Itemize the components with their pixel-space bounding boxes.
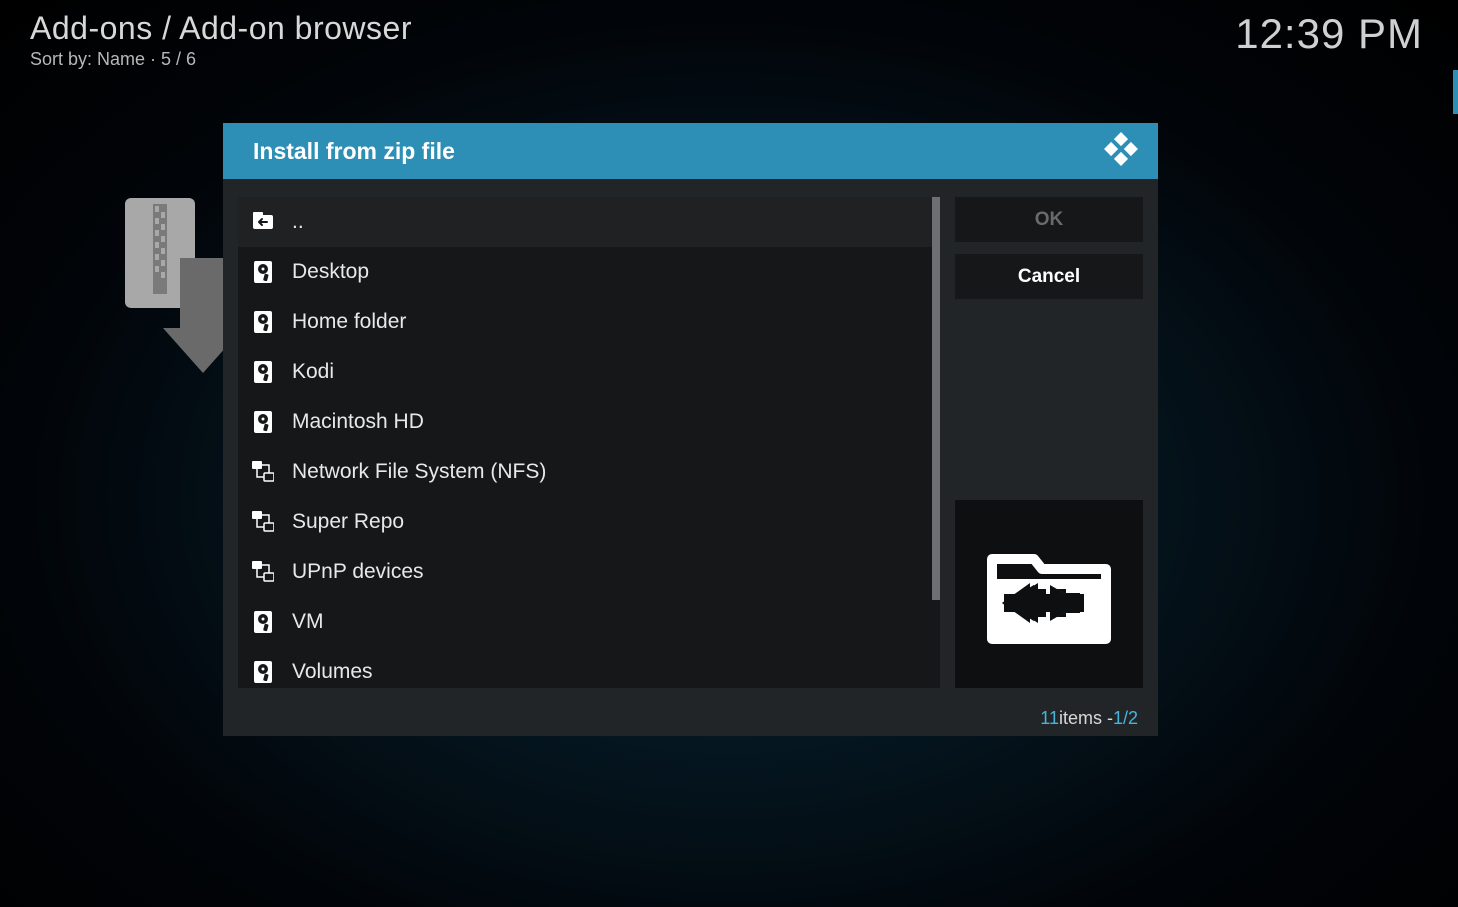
file-item[interactable]: UPnP devices: [238, 547, 940, 597]
dialog-title: Install from zip file: [253, 138, 455, 165]
file-item-label: VM: [292, 610, 324, 634]
file-item-label: UPnP devices: [292, 560, 424, 584]
kodi-logo-icon: [1104, 132, 1138, 171]
drive-icon: [252, 261, 274, 283]
file-item[interactable]: Macintosh HD: [238, 397, 940, 447]
folder-back-icon: [252, 211, 274, 233]
file-item[interactable]: Kodi: [238, 347, 940, 397]
drive-icon: [252, 361, 274, 383]
file-item-label: Home folder: [292, 310, 406, 334]
breadcrumb-header: Add-ons / Add-on browser Sort by: Name ·…: [30, 10, 412, 70]
sort-info: Sort by: Name · 5 / 6: [30, 49, 412, 70]
drive-icon: [252, 311, 274, 333]
file-item[interactable]: Volumes: [238, 647, 940, 688]
file-item-label: Network File System (NFS): [292, 460, 546, 484]
file-item-label: Kodi: [292, 360, 334, 384]
drive-icon: [252, 661, 274, 683]
file-list-scrollbar[interactable]: [932, 197, 940, 600]
file-item[interactable]: Super Repo: [238, 497, 940, 547]
file-item-label: Super Repo: [292, 510, 404, 534]
file-item-label: Macintosh HD: [292, 410, 424, 434]
network-icon: [252, 561, 274, 583]
ok-button[interactable]: OK: [955, 197, 1143, 242]
file-item[interactable]: Home folder: [238, 297, 940, 347]
clock: 12:39 PM: [1235, 10, 1423, 58]
cancel-button[interactable]: Cancel: [955, 254, 1143, 299]
dialog-footer: 11 items - 1/2: [223, 700, 1158, 736]
items-label: items -: [1059, 708, 1113, 729]
file-item-label: ..: [292, 210, 304, 234]
dialog-side-panel: OK Cancel: [940, 179, 1158, 700]
file-item[interactable]: Network File System (NFS): [238, 447, 940, 497]
drive-icon: [252, 411, 274, 433]
network-icon: [252, 511, 274, 533]
install-zip-dialog: Install from zip file .. Desktop Home fold…: [223, 123, 1158, 736]
preview-thumbnail: [955, 500, 1143, 688]
item-count: 11: [1040, 708, 1059, 729]
network-icon: [252, 461, 274, 483]
file-item[interactable]: VM: [238, 597, 940, 647]
drive-icon: [252, 611, 274, 633]
page-scroll-indicator[interactable]: [1453, 70, 1458, 114]
file-list[interactable]: .. Desktop Home folder Kodi Macintosh HD Netw…: [238, 197, 940, 688]
page-title: Add-ons / Add-on browser: [30, 10, 412, 47]
page-indicator: 1/2: [1113, 708, 1138, 729]
file-item-label: Volumes: [292, 660, 373, 684]
file-item[interactable]: ..: [238, 197, 940, 247]
file-item[interactable]: Desktop: [238, 247, 940, 297]
file-item-label: Desktop: [292, 260, 369, 284]
dialog-header: Install from zip file: [223, 123, 1158, 179]
